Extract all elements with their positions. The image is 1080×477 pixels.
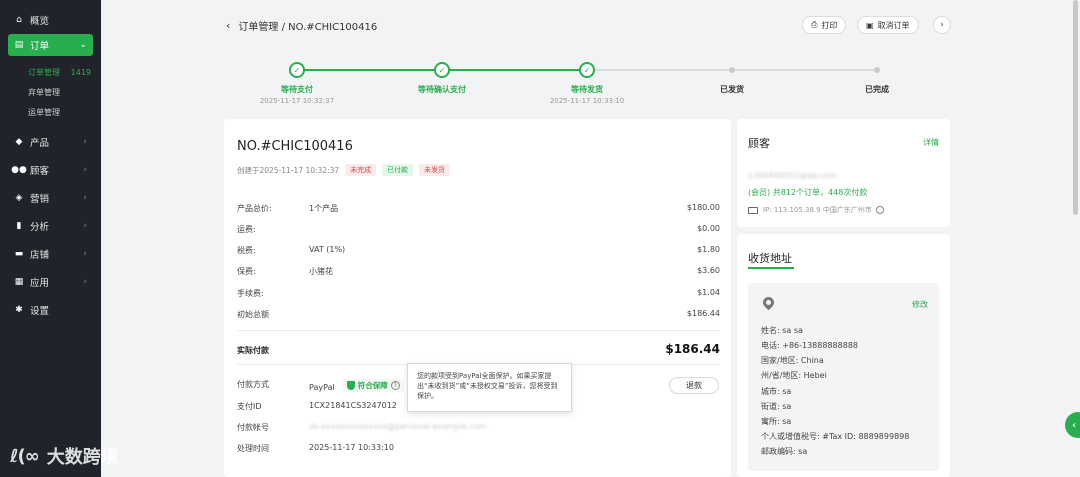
status-badge: 未完成 — [345, 164, 377, 176]
address-line: 个人或增值税号: #Tax ID: 8889899898 — [761, 432, 910, 441]
chevron-down-icon: ⌄ — [79, 40, 87, 50]
chevron-right-icon: › — [940, 20, 944, 30]
chevron-right-icon: › — [83, 221, 87, 231]
step-done-check-icon: ✓ — [434, 62, 450, 78]
step-label: 等待确认支付 — [418, 85, 466, 94]
watermark-text: 大数跨境 — [46, 447, 119, 468]
step-label: 已完成 — [865, 85, 889, 94]
chevron-right-icon: › — [83, 249, 87, 259]
step-pending-dot — [729, 67, 735, 73]
address-line: 州/省/地区: Hebei — [761, 371, 827, 380]
shield-icon — [346, 381, 355, 390]
sub-order-management[interactable]: 订单管理 1419 — [0, 62, 101, 82]
address-line: 寓所: sa — [761, 417, 792, 426]
protection-badge[interactable]: 符合保障? — [342, 379, 404, 392]
nav-products[interactable]: ◆ 产品 › — [0, 128, 101, 156]
step-pending-dot — [874, 67, 880, 73]
help-icon[interactable]: ? — [390, 381, 400, 390]
nav-analytics[interactable]: ▮ 分析 › — [0, 212, 101, 240]
step-done-check-icon: ✓ — [289, 62, 305, 78]
step-time: 2025-11-17 10:32:37 — [259, 97, 335, 105]
monitor-icon — [748, 206, 758, 214]
nav-customers[interactable]: ●● 顾客 › — [0, 156, 101, 184]
chevron-right-icon: › — [83, 193, 87, 203]
paid-label: 实际付款 — [237, 346, 269, 355]
processed-time: 2025-11-17 10:33:10 — [309, 443, 394, 452]
divider — [237, 330, 720, 331]
breadcrumb: ‹ 订单管理 / NO.#CHIC100416 — [226, 18, 377, 33]
order-number: NO.#CHIC100416 — [237, 139, 353, 154]
nav-marketing[interactable]: ◈ 营销 › — [0, 184, 101, 212]
back-arrow-icon[interactable]: ‹ — [226, 19, 230, 32]
nav-store[interactable]: ▬ 店铺 › — [0, 240, 101, 268]
sub-abandoned-orders[interactable]: 弃单管理 — [0, 82, 101, 102]
status-badge: 未发货 — [419, 164, 451, 176]
cancel-order-button[interactable]: ▣ 取消订单 — [857, 16, 919, 34]
customer-stats: (会员) 共812个订单，448次付款 — [748, 188, 868, 197]
nav-overview[interactable]: ⌂ 概览 — [0, 6, 101, 34]
store-icon: ▬ — [14, 249, 24, 259]
address-title: 收货地址 — [748, 252, 792, 265]
customer-card: 顾客 详情 1306490052@qq.com (会员) 共812个订单，448… — [737, 119, 950, 227]
chevron-right-icon: › — [83, 165, 87, 175]
address-line: 电话: +86-13888888888 — [761, 341, 858, 350]
step-time: 2025-11-17 10:33:10 — [549, 97, 625, 105]
address-line: 城市: sa — [761, 387, 792, 396]
customer-email: 1306490052@qq.com — [748, 171, 837, 180]
step-label: 等待发货 — [571, 85, 603, 94]
users-icon: ●● — [11, 165, 27, 175]
scrollbar[interactable] — [1073, 0, 1078, 215]
bar-chart-icon: ▮ — [16, 221, 22, 231]
location-pin-icon — [760, 294, 777, 311]
order-count: 1419 — [70, 67, 91, 77]
watermark-logo: ℓ(∞ — [10, 445, 40, 467]
chevron-left-icon: ‹ — [1072, 419, 1077, 431]
order-icon: ▤ — [14, 40, 24, 50]
print-button[interactable]: ⎙ 打印 — [802, 16, 847, 34]
info-icon[interactable] — [875, 206, 884, 214]
address-line: 姓名: sa sa — [761, 326, 803, 335]
tag-icon: ◈ — [15, 193, 23, 203]
gear-icon: ✱ — [15, 305, 23, 315]
watermark: ℓ(∞ 大数跨境 — [10, 443, 119, 469]
edit-address-link[interactable]: 修改 — [912, 299, 928, 310]
nav-orders[interactable]: ▤ 订单 ⌄ — [8, 34, 93, 56]
next-order-button[interactable]: › — [933, 16, 951, 34]
home-icon: ⌂ — [16, 15, 22, 25]
step-label: 等待支付 — [281, 85, 313, 94]
sidebar: ⌂ 概览 ▤ 订单 ⌄ 订单管理 1419 弃单管理 运单管理 ◆ 产品 › ●● 顾客 › ◈… — [0, 0, 101, 477]
protection-tooltip: 您的款项受到PayPal全面保护。如果买家提出“未收到货”或“未授权交易”投诉，… — [407, 363, 572, 412]
order-created: 创建于2025-11-17 10:32:37 未完成 已付款 未发货 — [237, 164, 451, 176]
order-progress: ✓ ✓ ✓ 等待支付 等待确认支付 等待发货 已发货 已完成 2025-11-1… — [226, 58, 956, 108]
payment-account: sb-xxxxxxxxxxxxxx@personal.example.com — [309, 422, 487, 431]
customer-detail-link[interactable]: 详情 — [923, 137, 939, 148]
customer-ip: IP: 113.105.38.9 中国广东广州市 — [748, 205, 884, 215]
product-icon: ◆ — [15, 137, 23, 147]
address-line: 邮政编码: sa — [761, 447, 808, 456]
cancel-doc-icon: ▣ — [866, 20, 874, 30]
status-badge: 已付款 — [382, 164, 414, 176]
customer-title: 顾客 — [748, 137, 770, 150]
payment-id: 1CX21841CS3247012 — [309, 401, 397, 410]
refund-button[interactable]: 退款 — [669, 377, 719, 394]
address-box: 修改 姓名: sa sa 电话: +86-13888888888 国家/地区: … — [748, 283, 939, 471]
sub-shipments[interactable]: 运单管理 — [0, 102, 101, 122]
collapse-panel-button[interactable]: ‹ — [1065, 412, 1080, 438]
nav-settings[interactable]: ✱ 设置 — [0, 296, 101, 324]
breadcrumb-text[interactable]: 订单管理 / NO.#CHIC100416 — [238, 18, 377, 33]
nav-apps[interactable]: ▦ 应用 › — [0, 268, 101, 296]
paid-amount: $186.44 — [665, 342, 720, 356]
address-line: 国家/地区: China — [761, 356, 824, 365]
apps-icon: ▦ — [14, 277, 24, 287]
chevron-right-icon: › — [83, 277, 87, 287]
step-done-check-icon: ✓ — [579, 62, 595, 78]
step-label: 已发货 — [720, 85, 744, 94]
order-detail-card: NO.#CHIC100416 创建于2025-11-17 10:32:37 未完… — [224, 119, 731, 477]
address-title-underline — [748, 267, 794, 269]
shipping-address-card: 收货地址 修改 姓名: sa sa 电话: +86-13888888888 国家… — [737, 234, 950, 477]
address-line: 街道: sa — [761, 402, 792, 411]
chevron-right-icon: › — [83, 137, 87, 147]
payment-method: PayPal — [309, 383, 335, 392]
printer-icon: ⎙ — [811, 20, 818, 29]
